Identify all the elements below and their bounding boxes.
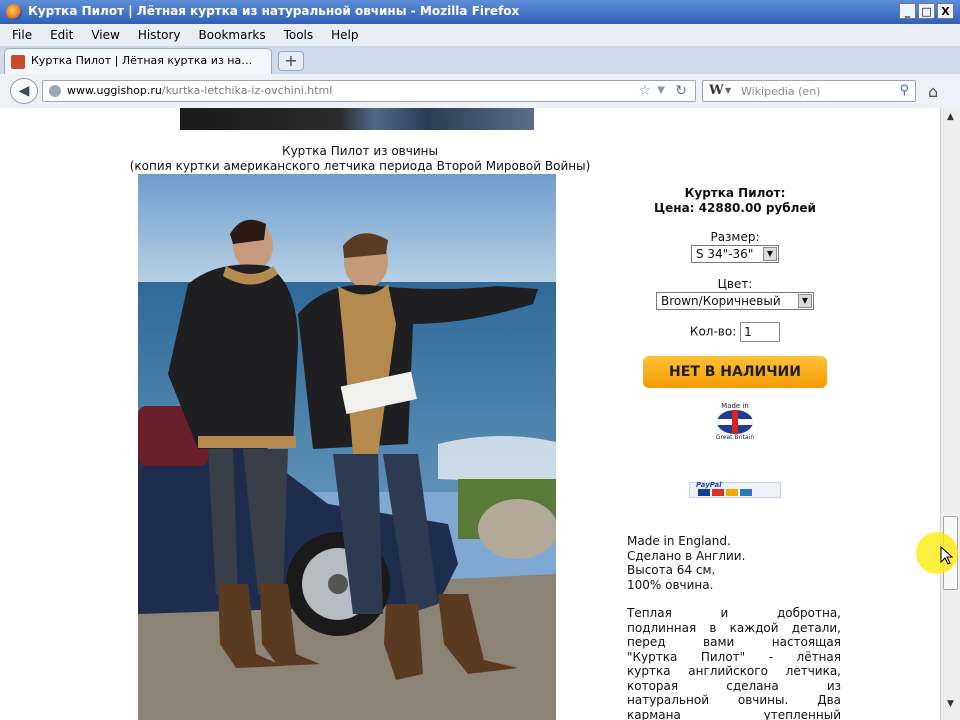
union-jack-icon: [717, 410, 753, 434]
quantity-input[interactable]: 1: [740, 322, 781, 342]
window-controls: _ □ X: [899, 3, 954, 19]
desc-line: Made in England.: [627, 534, 731, 548]
made-in-britain-badge: Made in Great Britain: [713, 402, 757, 442]
out-of-stock-button[interactable]: НЕТ В НАЛИЧИИ: [643, 356, 827, 388]
size-select[interactable]: S 34"-36" ▼: [691, 245, 779, 263]
desc-line: Сделано в Англии.: [627, 548, 746, 563]
color-value: Brown/Коричневый: [661, 294, 781, 308]
card-icons: [698, 489, 752, 496]
paypal-label: PayPal: [696, 481, 722, 489]
wikipedia-icon[interactable]: W: [709, 83, 724, 98]
size-label: Размер:: [710, 230, 760, 244]
paypal-badge[interactable]: PayPal: [689, 481, 781, 498]
desc-line: Высота 64 см.: [627, 563, 716, 577]
desc-line: 100% овчина.: [627, 577, 714, 592]
url-bar[interactable]: www.uggishop.ru/kurtka-letchika-iz-ovchi…: [42, 80, 696, 102]
window-title: Куртка Пилот | Лётная куртка из натураль…: [28, 4, 520, 18]
menu-bar: File Edit View History Bookmarks Tools H…: [0, 24, 960, 46]
product-caption: Куртка Пилот из овчины (копия куртки аме…: [70, 144, 650, 174]
home-icon[interactable]: ⌂: [928, 82, 938, 101]
menu-bookmarks[interactable]: Bookmarks: [199, 28, 266, 42]
chevron-down-icon[interactable]: ▼: [725, 86, 731, 95]
chevron-down-icon[interactable]: ▼: [798, 294, 812, 308]
window-titlebar: Куртка Пилот | Лётная куртка из натураль…: [0, 0, 960, 24]
chevron-down-icon[interactable]: ▼: [763, 247, 777, 261]
back-arrow-icon[interactable]: ◀: [10, 78, 38, 104]
menu-history[interactable]: History: [138, 28, 181, 42]
desc-paragraph-line: подлинная в каждой детали,: [627, 620, 841, 635]
firefox-icon: [6, 4, 22, 20]
desc-paragraph-line: куртка английского летчика,: [627, 664, 841, 678]
search-bar[interactable]: W ▼ Wikipedia (en) ⚲: [702, 80, 916, 102]
vertical-scrollbar[interactable]: ▲ ▼: [940, 108, 960, 720]
product-photo: [138, 174, 556, 720]
search-icon[interactable]: ⚲: [899, 83, 909, 98]
quantity-row: Кол-во: 1: [630, 322, 840, 342]
menu-edit[interactable]: Edit: [50, 28, 73, 42]
card-icon: [698, 489, 710, 496]
desc-paragraph-line: которая сделана из: [627, 678, 841, 693]
page-content: Куртка Пилот из овчины (копия куртки аме…: [0, 108, 940, 720]
menu-file[interactable]: File: [12, 28, 32, 42]
desc-paragraph-line: Теплая и добротна,: [627, 606, 841, 620]
badge-top-text: Made in: [721, 402, 749, 410]
reload-icon[interactable]: ↻: [675, 83, 687, 99]
product-options: Куртка Пилот: Цена: 42880.00 рублей Разм…: [630, 186, 840, 498]
caption-subtitle: (копия куртки американского летчика пери…: [129, 159, 591, 173]
card-icon: [726, 489, 738, 496]
previous-product-image: [180, 108, 534, 130]
url-text: www.uggishop.ru/kurtka-letchika-iz-ovchi…: [67, 84, 333, 97]
desc-paragraph-line: кармана утепленный: [627, 707, 841, 720]
minimize-button[interactable]: _: [899, 3, 916, 19]
card-icon: [712, 489, 724, 496]
desc-paragraph-line: "Куртка Пилот" - лётная: [627, 649, 841, 664]
color-select[interactable]: Brown/Коричневый ▼: [656, 292, 814, 310]
card-icon: [740, 489, 752, 496]
site-favicon-icon: [11, 55, 25, 69]
tab-label: Куртка Пилот | Лётная куртка из натура..…: [31, 54, 253, 67]
desc-paragraph-line: перед вами настоящая: [627, 635, 841, 649]
navigation-bar: ◀ www.uggishop.ru/kurtka-letchika-iz-ovc…: [0, 74, 960, 109]
mouse-cursor-icon: [940, 546, 954, 565]
scroll-up-icon[interactable]: ▲: [943, 110, 958, 125]
search-placeholder: Wikipedia (en): [741, 85, 821, 98]
badge-bottom-text: Great Britain: [715, 434, 755, 441]
new-tab-button[interactable]: +: [278, 51, 304, 71]
menu-help[interactable]: Help: [331, 28, 358, 42]
product-price: Цена: 42880.00 рублей: [654, 201, 816, 215]
star-icon[interactable]: ☆: [638, 83, 651, 99]
menu-view[interactable]: View: [91, 28, 119, 42]
close-button[interactable]: X: [937, 3, 954, 19]
size-value: S 34"-36": [696, 247, 754, 261]
tab-active[interactable]: Куртка Пилот | Лётная куртка из натура..…: [4, 48, 272, 74]
menu-tools[interactable]: Tools: [284, 28, 314, 42]
quantity-label: Кол-во:: [689, 324, 737, 339]
caption-title: Куртка Пилот из овчины: [282, 144, 438, 158]
tab-bar: Куртка Пилот | Лётная куртка из натура..…: [0, 46, 960, 74]
product-description: Made in England. Сделано в Англии. Высот…: [627, 534, 841, 720]
product-name: Куртка Пилот:: [684, 186, 786, 200]
restore-button[interactable]: □: [918, 3, 935, 19]
desc-paragraph-line: натуральной овчины. Два: [627, 693, 841, 707]
globe-icon: [49, 85, 61, 97]
chevron-down-icon[interactable]: ▼: [657, 85, 665, 96]
color-label: Цвет:: [717, 277, 753, 291]
scroll-down-icon[interactable]: ▼: [943, 697, 958, 712]
